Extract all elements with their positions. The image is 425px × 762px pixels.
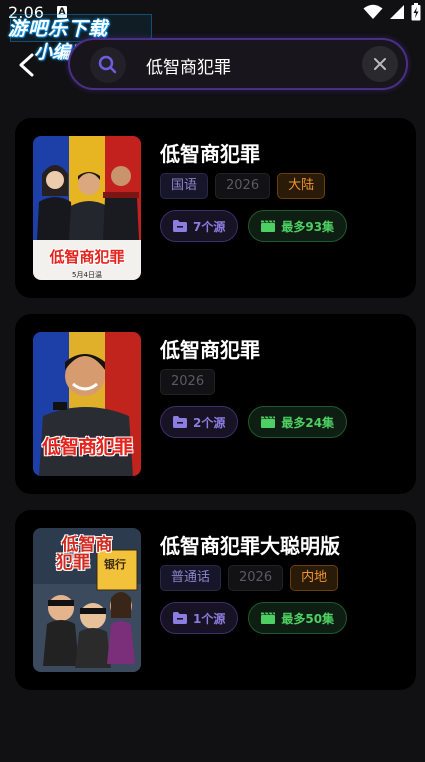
poster-sign: 银行 — [104, 558, 126, 571]
year-tag: 2026 — [228, 565, 284, 591]
tag-list: 普通话 2026 内地 — [160, 565, 339, 591]
status-icons — [363, 3, 421, 21]
poster-title: 低智商犯罪 — [41, 436, 133, 458]
back-button[interactable] — [12, 50, 42, 80]
clapperboard-icon — [261, 416, 276, 428]
poster-image[interactable]: 低智商犯罪 5月4日温 — [33, 136, 141, 280]
episodes-button[interactable]: 最多50集 — [248, 602, 348, 634]
folder-icon — [173, 416, 187, 428]
language-tag: 普通话 — [160, 565, 222, 591]
episodes-button[interactable]: 最多24集 — [248, 406, 348, 438]
poster-image[interactable]: 低智商犯罪 — [33, 332, 141, 476]
result-card[interactable]: 低智商犯罪 5月4日温 低智商犯罪 国语 2026 大陆 7个源 最多93集 — [15, 118, 416, 298]
result-card[interactable]: 低智商犯罪 低智商犯罪 2026 2个源 最多24集 — [15, 314, 416, 494]
sources-label: 2个源 — [193, 415, 226, 430]
poster-date: 5月4日温 — [72, 271, 102, 279]
region-tag: 大陆 — [277, 173, 326, 199]
episodes-label: 最多24集 — [281, 415, 335, 430]
battery-icon — [411, 3, 421, 21]
sources-button[interactable]: 1个源 — [160, 602, 239, 634]
action-row: 2个源 最多24集 — [160, 406, 348, 438]
action-row: 7个源 最多93集 — [160, 210, 348, 242]
sources-label: 1个源 — [193, 611, 226, 626]
poster-title: 低智商犯罪 — [49, 248, 125, 266]
watermark-line1: 游吧乐下载 — [8, 18, 109, 40]
result-title[interactable]: 低智商犯罪 — [160, 334, 260, 363]
sources-label: 7个源 — [193, 219, 226, 234]
episodes-label: 最多93集 — [281, 219, 335, 234]
sources-button[interactable]: 2个源 — [160, 406, 239, 438]
signal-icon — [390, 5, 404, 19]
clapperboard-icon — [261, 612, 276, 624]
episodes-button[interactable]: 最多93集 — [248, 210, 348, 242]
chevron-left-icon — [19, 53, 34, 77]
search-input[interactable] — [146, 52, 346, 78]
year-tag: 2026 — [160, 369, 216, 395]
region-tag: 内地 — [290, 565, 339, 591]
result-card[interactable]: 低智商 犯罪 银行 低智商犯罪大聪明版 普通话 2026 内地 1个源 最多50… — [15, 510, 416, 690]
action-row: 1个源 最多50集 — [160, 602, 348, 634]
sources-button[interactable]: 7个源 — [160, 210, 239, 242]
folder-icon — [173, 220, 187, 232]
tag-list: 国语 2026 大陆 — [160, 173, 326, 199]
magnifier-glyph — [98, 55, 117, 74]
close-icon — [374, 58, 386, 70]
clapperboard-icon — [261, 220, 276, 232]
year-tag: 2026 — [215, 173, 271, 199]
episodes-label: 最多50集 — [281, 611, 335, 626]
search-bar[interactable] — [68, 38, 408, 90]
result-title[interactable]: 低智商犯罪 — [160, 138, 260, 167]
clear-search-button[interactable] — [362, 46, 398, 82]
search-icon[interactable] — [90, 47, 126, 83]
wifi-icon — [363, 4, 383, 19]
language-tag: 国语 — [160, 173, 209, 199]
poster-image[interactable]: 低智商 犯罪 银行 — [33, 528, 141, 672]
folder-icon — [173, 612, 187, 624]
result-title[interactable]: 低智商犯罪大聪明版 — [160, 530, 340, 559]
tag-list: 2026 — [160, 369, 216, 395]
